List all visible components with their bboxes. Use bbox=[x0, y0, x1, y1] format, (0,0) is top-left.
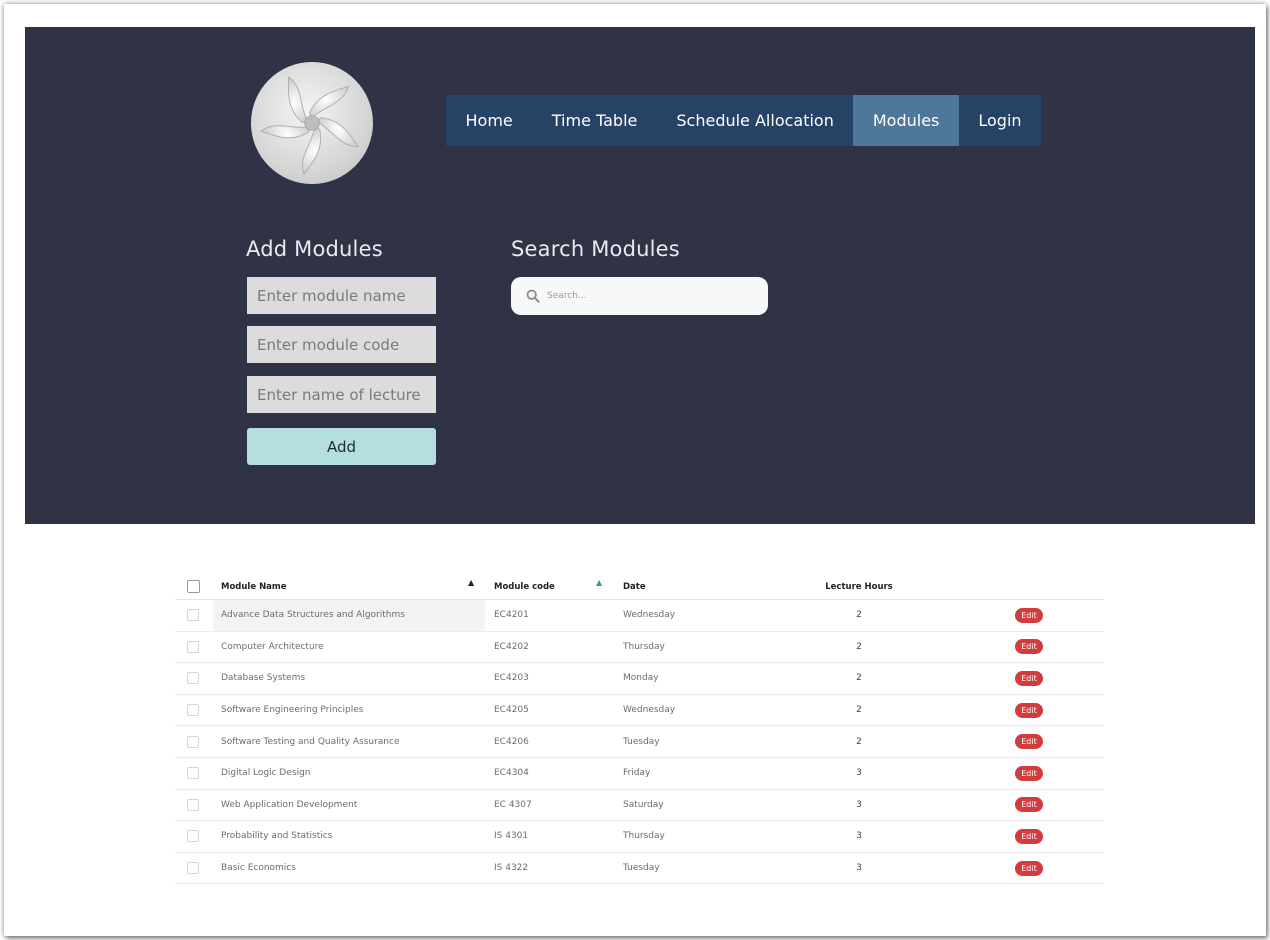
lecture-hours-cell: 3 bbox=[856, 863, 862, 874]
main-nav: Home Time Table Schedule Allocation Modu… bbox=[446, 95, 1041, 146]
date-cell: Monday bbox=[623, 673, 659, 684]
lecture-hours-cell: 2 bbox=[856, 736, 862, 747]
table-row[interactable]: Software Engineering Principles EC4205 W… bbox=[175, 695, 1104, 727]
nav-modules[interactable]: Modules bbox=[853, 95, 959, 146]
module-name-cell: Software Testing and Quality Assurance bbox=[221, 736, 400, 747]
nav-time-table[interactable]: Time Table bbox=[532, 95, 657, 146]
row-checkbox[interactable] bbox=[187, 640, 199, 653]
module-name-cell: Software Engineering Principles bbox=[221, 705, 364, 716]
module-code-cell: EC4203 bbox=[494, 673, 529, 684]
module-name-cell: Digital Logic Design bbox=[221, 768, 311, 779]
module-code-cell: EC4205 bbox=[494, 705, 529, 716]
edit-button[interactable]: Edit bbox=[1015, 639, 1043, 655]
row-checkbox[interactable] bbox=[187, 830, 199, 843]
module-name-input[interactable] bbox=[247, 277, 436, 314]
lecture-hours-cell: 2 bbox=[856, 705, 862, 716]
logo bbox=[251, 62, 373, 184]
date-cell: Saturday bbox=[623, 799, 664, 810]
logo-swirl-icon bbox=[260, 76, 359, 175]
search-icon bbox=[526, 289, 540, 303]
header-lecture-hours[interactable]: Lecture Hours bbox=[825, 570, 893, 599]
table-row[interactable]: Web Application Development EC 4307 Satu… bbox=[175, 790, 1104, 822]
search-modules-title: Search Modules bbox=[511, 237, 680, 261]
edit-button[interactable]: Edit bbox=[1015, 860, 1043, 876]
lecturer-name-input[interactable] bbox=[247, 376, 436, 413]
lecture-hours-cell: 3 bbox=[856, 831, 862, 842]
lecture-hours-cell: 2 bbox=[856, 610, 862, 621]
date-cell: Wednesday bbox=[623, 610, 676, 621]
modules-table: Module Name ▲ Module code ▲ Date Lecture… bbox=[175, 570, 1104, 885]
module-code-cell: IS 4322 bbox=[494, 863, 529, 874]
table-row[interactable]: Digital Logic Design EC4304 Friday 3 Edi… bbox=[175, 758, 1104, 790]
nav-schedule-allocation[interactable]: Schedule Allocation bbox=[657, 95, 853, 146]
row-checkbox[interactable] bbox=[187, 862, 199, 875]
edit-button[interactable]: Edit bbox=[1015, 670, 1043, 686]
search-box[interactable] bbox=[511, 277, 768, 315]
edit-button[interactable]: Edit bbox=[1015, 607, 1043, 623]
module-code-cell: EC4304 bbox=[494, 768, 529, 779]
header-module-name[interactable]: Module Name bbox=[221, 570, 287, 599]
table-row[interactable]: Advance Data Structures and Algorithms E… bbox=[175, 600, 1104, 632]
lecture-hours-cell: 2 bbox=[856, 673, 862, 684]
sort-asc-icon[interactable]: ▲ bbox=[596, 578, 602, 587]
search-input[interactable] bbox=[547, 291, 747, 301]
row-checkbox[interactable] bbox=[187, 672, 199, 685]
module-code-input[interactable] bbox=[247, 326, 436, 363]
edit-button[interactable]: Edit bbox=[1015, 702, 1043, 718]
lecture-hours-cell: 3 bbox=[856, 799, 862, 810]
module-name-cell: Computer Architecture bbox=[221, 641, 324, 652]
table-row[interactable]: Probability and Statistics IS 4301 Thurs… bbox=[175, 821, 1104, 853]
add-modules-title: Add Modules bbox=[246, 237, 383, 261]
edit-button[interactable]: Edit bbox=[1015, 797, 1043, 813]
module-code-cell: EC4206 bbox=[494, 736, 529, 747]
lecture-hours-cell: 3 bbox=[856, 768, 862, 779]
module-name-cell: Basic Economics bbox=[221, 863, 296, 874]
date-cell: Tuesday bbox=[623, 736, 660, 747]
row-checkbox[interactable] bbox=[187, 609, 199, 622]
table-row[interactable]: Basic Economics IS 4322 Tuesday 3 Edit bbox=[175, 853, 1104, 885]
module-code-cell: EC4201 bbox=[494, 610, 529, 621]
date-cell: Friday bbox=[623, 768, 651, 779]
sort-asc-icon[interactable]: ▲ bbox=[468, 578, 474, 587]
nav-login[interactable]: Login bbox=[959, 95, 1041, 146]
module-name-cell: Database Systems bbox=[221, 673, 306, 684]
edit-button[interactable]: Edit bbox=[1015, 828, 1043, 844]
module-name-cell: Probability and Statistics bbox=[221, 831, 333, 842]
module-code-cell: EC4202 bbox=[494, 641, 529, 652]
module-code-cell: IS 4301 bbox=[494, 831, 529, 842]
date-cell: Tuesday bbox=[623, 863, 660, 874]
page-frame: Home Time Table Schedule Allocation Modu… bbox=[4, 4, 1266, 936]
header-panel: Home Time Table Schedule Allocation Modu… bbox=[25, 27, 1255, 524]
add-button[interactable]: Add bbox=[247, 428, 436, 465]
row-checkbox[interactable] bbox=[187, 735, 199, 748]
row-checkbox[interactable] bbox=[187, 798, 199, 811]
table-header: Module Name ▲ Module code ▲ Date Lecture… bbox=[175, 570, 1104, 600]
edit-button[interactable]: Edit bbox=[1015, 765, 1043, 781]
lecture-hours-cell: 2 bbox=[856, 641, 862, 652]
module-name-cell: Web Application Development bbox=[221, 799, 358, 810]
table-row[interactable]: Software Testing and Quality Assurance E… bbox=[175, 726, 1104, 758]
table-row[interactable]: Computer Architecture EC4202 Thursday 2 … bbox=[175, 632, 1104, 664]
table-row[interactable]: Database Systems EC4203 Monday 2 Edit bbox=[175, 663, 1104, 695]
module-code-cell: EC 4307 bbox=[494, 799, 532, 810]
row-checkbox[interactable] bbox=[187, 704, 199, 717]
select-all-checkbox[interactable] bbox=[187, 580, 200, 593]
date-cell: Thursday bbox=[623, 641, 665, 652]
nav-home[interactable]: Home bbox=[446, 95, 532, 146]
header-date[interactable]: Date bbox=[623, 570, 646, 599]
date-cell: Wednesday bbox=[623, 705, 676, 716]
header-module-code[interactable]: Module code bbox=[494, 570, 555, 599]
module-name-cell: Advance Data Structures and Algorithms bbox=[221, 610, 405, 621]
row-checkbox[interactable] bbox=[187, 767, 199, 780]
date-cell: Thursday bbox=[623, 831, 665, 842]
edit-button[interactable]: Edit bbox=[1015, 734, 1043, 750]
